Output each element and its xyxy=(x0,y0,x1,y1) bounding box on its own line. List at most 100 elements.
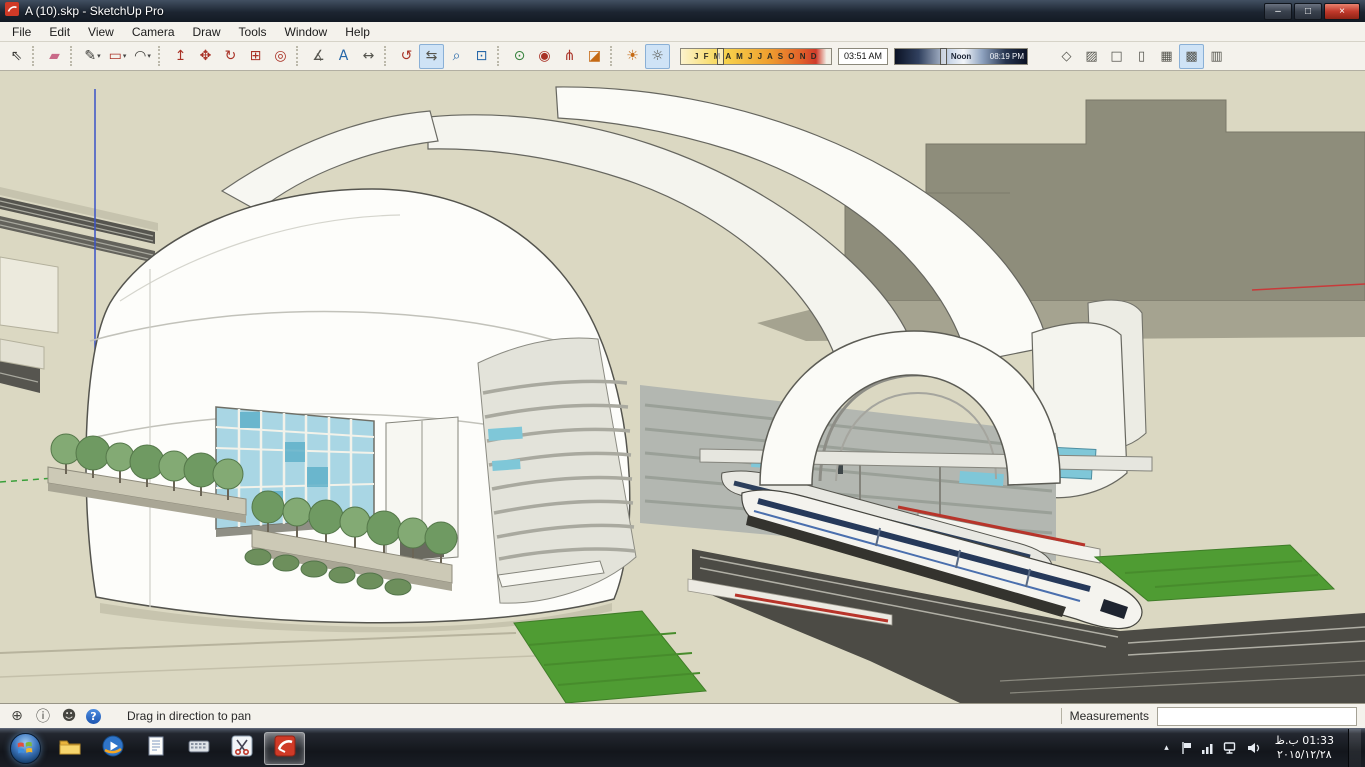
scale-tool-button[interactable]: ⊞ xyxy=(243,44,268,69)
menu-view[interactable]: View xyxy=(79,23,123,41)
shadow-months-labels: J F M A M J J A S O N D xyxy=(694,51,818,61)
position-camera-icon: ⊙ xyxy=(513,48,526,64)
position-camera-button[interactable]: ⊙ xyxy=(507,44,532,69)
sketchup-logo-icon xyxy=(5,1,19,21)
monochrome-style-icon: ▥ xyxy=(1210,48,1223,64)
measurements-area: Measurements xyxy=(1060,706,1357,726)
menu-tools[interactable]: Tools xyxy=(230,23,276,41)
chevron-down-icon: ▾ xyxy=(147,51,151,60)
arcs-tool-button[interactable]: ◠ ▾ xyxy=(130,44,155,69)
xray-style-icon: ◇ xyxy=(1061,48,1072,64)
monochrome-style-button[interactable]: ▥ xyxy=(1204,44,1229,69)
shadow-settings-button[interactable]: ☼ xyxy=(645,43,670,69)
shaded-style-button[interactable]: ▦ xyxy=(1154,44,1179,69)
scale-tool-icon: ⊞ xyxy=(249,48,262,64)
wireframe-style-icon: □ xyxy=(1110,48,1123,64)
menu-camera[interactable]: Camera xyxy=(123,23,184,41)
text-tool-icon: A xyxy=(338,48,349,64)
toggle-shadows-button[interactable]: ☀ xyxy=(620,44,645,69)
menu-draw[interactable]: Draw xyxy=(184,23,230,41)
credits-icon[interactable]: ⓘ xyxy=(34,707,52,725)
time-slider-handle[interactable] xyxy=(939,47,947,65)
menu-file[interactable]: File xyxy=(3,23,40,41)
tray-expand-icon[interactable]: ▴ xyxy=(1161,741,1172,755)
shadow-time-slider[interactable]: Noon 08:19 PM xyxy=(894,47,1029,65)
taskbar-app-notepad[interactable] xyxy=(135,732,176,765)
tape-measure-tool-button[interactable]: ∡ xyxy=(306,44,331,69)
select-tool-button[interactable]: ⇖ xyxy=(4,44,29,69)
viewport[interactable] xyxy=(0,71,1365,703)
shadows-toolbar: J F M A M J J A S O N D 03:51 AM Noon 08… xyxy=(680,47,1029,65)
zoom-tool-button[interactable]: ⌕ xyxy=(444,44,469,69)
hidden-line-style-button[interactable]: ▯ xyxy=(1129,44,1154,69)
shapes-tool-icon: ▭ xyxy=(108,48,122,64)
sketchup-icon xyxy=(273,734,297,763)
xray-style-button[interactable]: ◇ xyxy=(1054,44,1079,69)
toggle-shadows-icon: ☀ xyxy=(626,48,639,64)
shadow-time-value: 03:51 AM xyxy=(844,51,883,61)
shadow-date-slider[interactable]: J F M A M J J A S O N D xyxy=(680,47,832,65)
zoom-extents-button[interactable]: ⊡ xyxy=(469,44,494,69)
maximize-button[interactable]: □ xyxy=(1294,2,1322,20)
shaded-textures-style-button[interactable]: ▩ xyxy=(1179,43,1205,69)
arcs-tool-icon: ◠ xyxy=(134,48,147,64)
walk-tool-button[interactable]: ⋔ xyxy=(557,44,582,69)
status-hint-text: Drag in direction to pan xyxy=(127,709,252,723)
offset-tool-button[interactable]: ◎ xyxy=(268,44,293,69)
push-pull-tool-button[interactable]: ↥ xyxy=(168,44,193,69)
clock-time: 01:33 ب.ظ xyxy=(1274,733,1334,747)
wireframe-style-button[interactable]: □ xyxy=(1104,44,1129,69)
pan-tool-button[interactable]: ⇆ xyxy=(419,43,444,69)
dimension-tool-icon: ↔ xyxy=(362,48,375,64)
help-icon[interactable]: ? xyxy=(86,708,101,724)
text-tool-button[interactable]: A xyxy=(331,44,356,69)
toolbar-grip xyxy=(158,46,165,66)
show-desktop-button[interactable] xyxy=(1348,728,1361,767)
zoom-tool-icon: ⌕ xyxy=(452,48,461,64)
network-icon[interactable] xyxy=(1223,741,1238,755)
taskbar-app-on-screen-keyboard[interactable] xyxy=(178,732,219,765)
claim-credit-icon[interactable]: ☻ xyxy=(60,707,78,725)
dimension-tool-button[interactable]: ↔ xyxy=(356,44,381,69)
section-plane-button[interactable]: ◪ xyxy=(582,44,607,69)
taskbar-app-snipping-tool[interactable] xyxy=(221,732,262,765)
signal-bars-icon[interactable] xyxy=(1201,741,1215,755)
start-button[interactable] xyxy=(2,729,48,767)
taskbar-app-media-player[interactable] xyxy=(92,732,133,765)
eraser-tool-button[interactable]: ▰ xyxy=(42,44,67,69)
menu-help[interactable]: Help xyxy=(336,23,379,41)
line-tool-button[interactable]: ✎ ▾ xyxy=(80,44,105,69)
eraser-tool-icon: ▰ xyxy=(49,48,60,64)
hidden-line-style-icon: ▯ xyxy=(1137,48,1146,64)
shadow-time-display[interactable]: 03:51 AM xyxy=(838,47,889,65)
action-center-flag-icon[interactable] xyxy=(1180,741,1193,755)
minimize-button[interactable]: – xyxy=(1264,2,1292,20)
offset-tool-icon: ◎ xyxy=(274,48,287,64)
taskbar-clock[interactable]: 01:33 ب.ظ ٢٠١٥/١٢/٢٨ xyxy=(1269,734,1340,763)
date-slider-handle[interactable] xyxy=(717,47,724,65)
orbit-tool-button[interactable]: ↺ xyxy=(394,44,419,69)
back-edges-style-button[interactable]: ▨ xyxy=(1079,44,1104,69)
look-around-button[interactable]: ◉ xyxy=(532,44,557,69)
shaded-style-icon: ▦ xyxy=(1160,48,1173,64)
media-player-icon xyxy=(101,734,125,763)
menu-window[interactable]: Window xyxy=(276,23,337,41)
window-title: A (10).skp - SketchUp Pro xyxy=(25,4,164,18)
taskbar-app-windows-explorer[interactable] xyxy=(49,732,90,765)
title-bar: A (10).skp - SketchUp Pro – □ × xyxy=(0,0,1365,22)
shapes-tool-button[interactable]: ▭ ▾ xyxy=(105,44,130,69)
chevron-down-icon: ▾ xyxy=(97,51,101,60)
move-tool-button[interactable]: ✥ xyxy=(193,44,218,69)
taskbar-app-sketchup[interactable] xyxy=(264,731,305,765)
rotate-tool-button[interactable]: ↻ xyxy=(218,44,243,69)
back-edges-style-icon: ▨ xyxy=(1085,48,1098,64)
close-button[interactable]: × xyxy=(1324,2,1360,20)
measurements-input[interactable] xyxy=(1157,706,1357,726)
volume-icon[interactable] xyxy=(1246,741,1261,755)
toolbar-grip xyxy=(32,46,39,66)
folder-icon xyxy=(58,734,82,763)
geolocation-icon[interactable]: ⊕ xyxy=(8,707,26,725)
push-pull-tool-icon: ↥ xyxy=(174,48,187,64)
menu-edit[interactable]: Edit xyxy=(40,23,79,41)
line-tool-icon: ✎ xyxy=(84,48,97,64)
